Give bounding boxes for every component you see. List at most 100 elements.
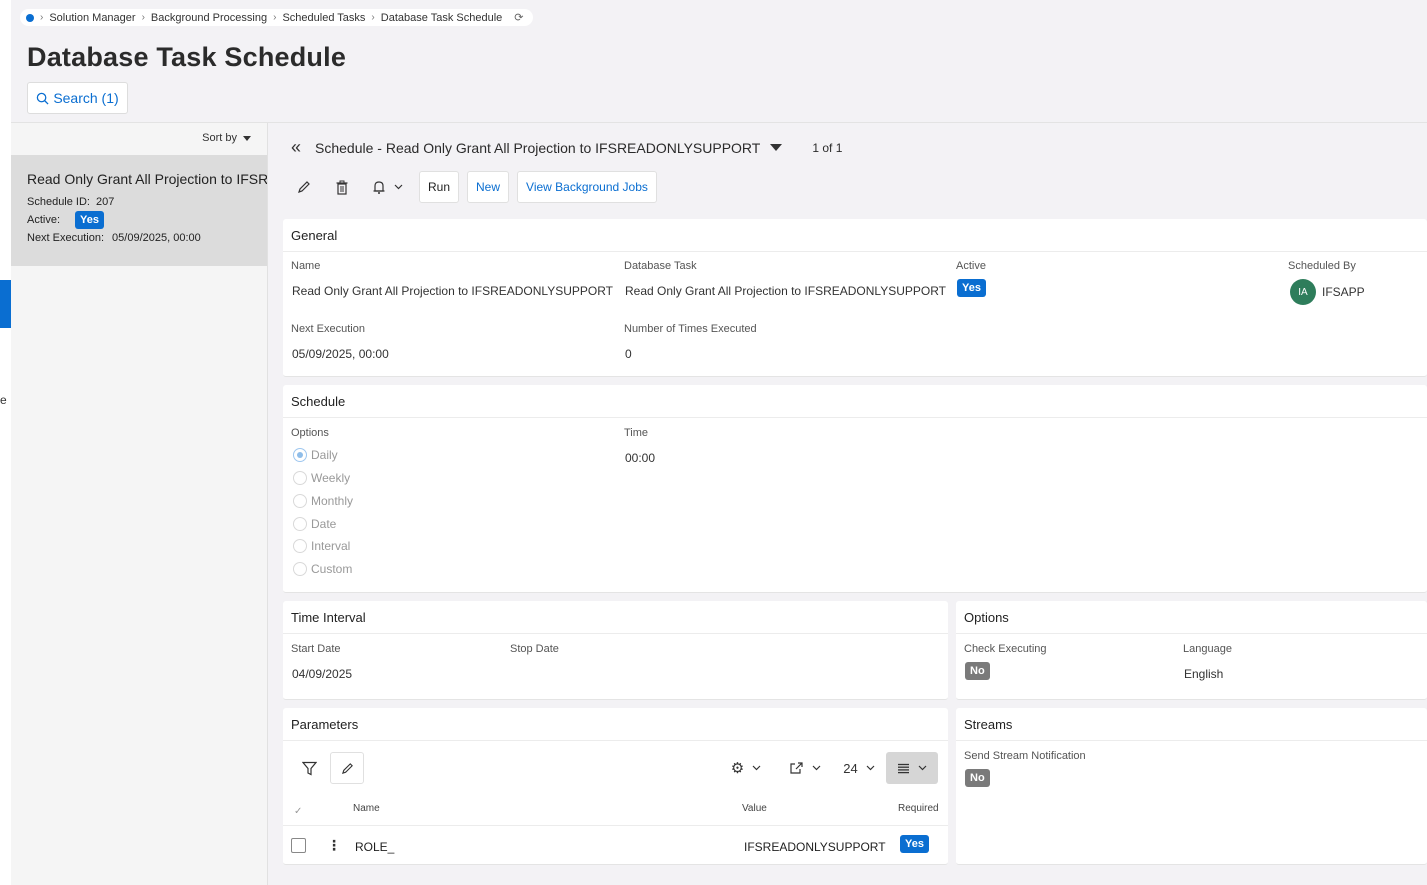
select-all-check-icon[interactable]: ✓ <box>294 806 302 817</box>
option-custom[interactable]: Custom <box>293 562 352 576</box>
new-button[interactable]: New <box>467 171 510 203</box>
option-label: Daily <box>311 448 338 462</box>
column-header-value[interactable]: Value <box>742 803 767 814</box>
chevron-right-icon: › <box>273 12 277 23</box>
list-item-active: Active: Yes <box>27 211 267 229</box>
option-interval[interactable]: Interval <box>293 539 350 553</box>
row-menu-icon[interactable]: ⋮ <box>327 837 341 854</box>
collapse-list-icon[interactable]: « <box>291 137 301 158</box>
avatar: IA <box>1290 279 1316 305</box>
language-label: Language <box>1183 643 1232 655</box>
search-button-label: Search (1) <box>53 90 119 106</box>
section-divider <box>956 740 1427 741</box>
density-button[interactable] <box>886 752 938 784</box>
start-date-label: Start Date <box>291 643 341 655</box>
notifications-button[interactable] <box>367 171 407 203</box>
breadcrumb-item-solution-manager[interactable]: Solution Manager <box>49 12 135 24</box>
general-section: General Name Read Only Grant All Project… <box>283 219 1427 377</box>
option-date[interactable]: Date <box>293 517 336 531</box>
radio-icon <box>293 539 307 553</box>
radio-icon <box>293 562 307 576</box>
send-stream-notification-label: Send Stream Notification <box>964 750 1086 762</box>
record-selector-caret-icon[interactable] <box>770 144 783 151</box>
edit-grid-button[interactable] <box>330 752 364 784</box>
options-label: Options <box>291 427 329 439</box>
grid-settings-button[interactable]: ⚙ <box>726 752 766 784</box>
option-label: Date <box>311 517 337 531</box>
scheduled-by-label: Scheduled By <box>1288 260 1356 272</box>
sort-by-dropdown[interactable]: Sort by <box>202 132 251 144</box>
options-section: Options Check Executing No Language Engl… <box>956 601 1427 700</box>
breadcrumb-item-scheduled-tasks[interactable]: Scheduled Tasks <box>282 12 365 24</box>
schedule-id-value: 207 <box>95 196 115 208</box>
option-monthly[interactable]: Monthly <box>293 494 353 508</box>
database-task-value[interactable]: Read Only Grant All Projection to IFSREA… <box>625 284 946 298</box>
record-title: Schedule - Read Only Grant All Projectio… <box>315 139 761 156</box>
row-checkbox[interactable] <box>291 838 306 853</box>
list-item-next-execution: Next Execution: 05/09/2025, 00:00 <box>27 232 267 244</box>
options-title: Options <box>964 610 1009 625</box>
left-edge <box>0 0 11 885</box>
schedule-id-label: Schedule ID: <box>27 196 90 208</box>
database-task-label: Database Task <box>624 260 697 272</box>
search-button[interactable]: Search (1) <box>27 82 128 114</box>
radio-icon <box>293 494 307 508</box>
section-divider <box>283 417 1427 418</box>
list-item[interactable]: Read Only Grant All Projection to IFSREA… <box>11 155 267 266</box>
active-badge: Yes <box>957 279 986 297</box>
view-background-jobs-button[interactable]: View Background Jobs <box>517 171 657 203</box>
record-toolbar: Run New View Background Jobs <box>291 171 665 203</box>
scheduled-by-user: IFSAPP <box>1322 285 1365 299</box>
refresh-icon[interactable]: ⟳ <box>514 11 523 24</box>
time-interval-title: Time Interval <box>291 610 366 625</box>
home-icon[interactable] <box>26 13 34 22</box>
no-badge: No <box>965 769 990 787</box>
filter-icon <box>301 761 317 775</box>
section-divider <box>956 633 1427 634</box>
detail-header: « Schedule - Read Only Grant All Project… <box>291 137 842 158</box>
page-size-dropdown[interactable]: 24 <box>839 752 879 784</box>
search-icon <box>37 92 49 105</box>
trash-icon <box>336 180 348 195</box>
row-value: IFSREADONLYSUPPORT <box>744 840 886 854</box>
option-daily[interactable]: Daily <box>293 448 338 462</box>
streams-title: Streams <box>964 717 1013 732</box>
name-label: Name <box>291 260 321 272</box>
row-required-badge: Yes <box>900 835 929 853</box>
option-weekly[interactable]: Weekly <box>293 471 350 485</box>
delete-button[interactable] <box>329 171 355 203</box>
edit-button[interactable] <box>291 171 317 203</box>
schedule-section: Schedule Options Daily Weekly Monthly Da… <box>283 385 1427 593</box>
option-label: Weekly <box>311 471 351 485</box>
column-header-required[interactable]: Required <box>898 803 939 814</box>
chevron-down-icon <box>866 765 875 771</box>
caret-down-icon <box>243 135 251 141</box>
radio-icon <box>293 471 307 485</box>
page-size-value: 24 <box>843 760 858 776</box>
active-label: Active <box>956 260 986 272</box>
active-label: Active: <box>27 214 61 226</box>
table-row[interactable]: ⋮ ROLE_ IFSREADONLYSUPPORT Yes <box>283 826 948 864</box>
active-value: Yes <box>957 279 986 297</box>
next-execution-label: Next Execution: <box>27 232 105 244</box>
chevron-down-icon <box>812 765 821 771</box>
list-item-schedule-id: Schedule ID: 207 <box>27 196 267 208</box>
record-list-panel: Sort by Read Only Grant All Projection t… <box>11 123 268 885</box>
next-execution-value: 05/09/2025, 00:00 <box>112 232 201 244</box>
chevron-right-icon: › <box>40 12 44 23</box>
export-button[interactable] <box>785 752 825 784</box>
list-icon <box>898 763 909 773</box>
nav-edge-indicator[interactable] <box>0 280 11 328</box>
pencil-icon <box>298 181 310 193</box>
run-button[interactable]: Run <box>419 171 460 203</box>
breadcrumb-item-background-processing[interactable]: Background Processing <box>151 12 267 24</box>
check-executing-label: Check Executing <box>964 643 1047 655</box>
send-stream-notification-value: No <box>965 769 990 787</box>
active-badge: Yes <box>75 211 104 229</box>
section-divider <box>283 740 948 741</box>
scheduled-by-value[interactable]: IA IFSAPP <box>1290 279 1365 305</box>
breadcrumb-item-current: Database Task Schedule <box>380 11 503 24</box>
nav-edge-glyph: e <box>0 393 7 407</box>
column-header-name[interactable]: Name <box>353 803 380 814</box>
filter-button[interactable] <box>295 752 323 784</box>
